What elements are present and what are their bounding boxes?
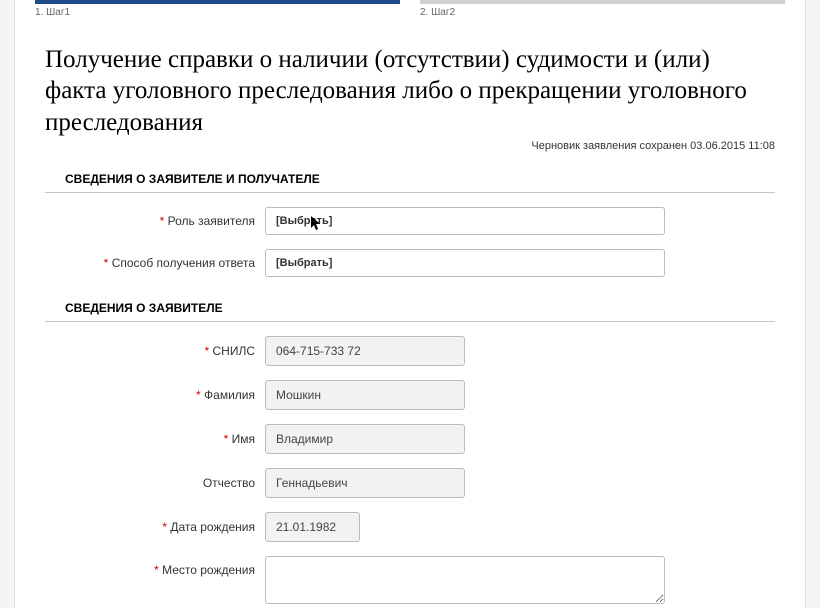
required-mark: * <box>154 563 159 577</box>
label-text: СНИЛС <box>213 344 256 358</box>
input-name[interactable] <box>265 424 465 454</box>
label-text: Фамилия <box>204 388 255 402</box>
label-role: * Роль заявителя <box>45 214 265 228</box>
label-text: Роль заявителя <box>168 214 255 228</box>
label-text: Место рождения <box>162 563 255 577</box>
label-text: Дата рождения <box>170 520 255 534</box>
row-snils: * СНИЛС <box>45 336 775 366</box>
step-bar-active <box>35 0 400 4</box>
input-dob[interactable] <box>265 512 360 542</box>
draft-saved-text: Черновик заявления сохранен 03.06.2015 1… <box>15 140 805 162</box>
step-label: 2. Шаг2 <box>420 7 785 18</box>
textarea-birthplace[interactable] <box>265 556 665 604</box>
select-role[interactable]: [Выбрать] <box>265 207 665 235</box>
label-text: Отчество <box>203 476 255 490</box>
label-text: Способ получения ответа <box>112 256 255 270</box>
label-delivery: * Способ получения ответа <box>45 256 265 270</box>
required-mark: * <box>162 520 167 534</box>
row-role: * Роль заявителя [Выбрать] <box>45 207 775 235</box>
step-label: 1. Шаг1 <box>35 7 400 18</box>
input-patronymic[interactable] <box>265 468 465 498</box>
required-mark: * <box>160 214 165 228</box>
label-name: * Имя <box>45 432 265 446</box>
stepper: 1. Шаг1 2. Шаг2 <box>15 0 805 18</box>
row-name: * Имя <box>45 424 775 454</box>
select-delivery[interactable]: [Выбрать] <box>265 249 665 277</box>
label-surname: * Фамилия <box>45 388 265 402</box>
input-surname[interactable] <box>265 380 465 410</box>
page-title: Получение справки о наличии (отсутствии)… <box>15 18 805 140</box>
label-birthplace: * Место рождения <box>45 556 265 577</box>
section-title-applicant-recipient: СВЕДЕНИЯ О ЗАЯВИТЕЛЕ И ПОЛУЧАТЕЛЕ <box>45 162 775 193</box>
row-birthplace: * Место рождения <box>45 556 775 604</box>
required-mark: * <box>104 256 109 270</box>
label-snils: * СНИЛС <box>45 344 265 358</box>
row-delivery: * Способ получения ответа [Выбрать] <box>45 249 775 277</box>
row-patronymic: Отчество <box>45 468 775 498</box>
required-mark: * <box>196 388 201 402</box>
required-mark: * <box>224 432 229 446</box>
step-bar <box>420 0 785 4</box>
input-snils[interactable] <box>265 336 465 366</box>
label-text: Имя <box>232 432 255 446</box>
label-dob: * Дата рождения <box>45 520 265 534</box>
label-patronymic: Отчество <box>45 476 265 490</box>
section-title-applicant: СВЕДЕНИЯ О ЗАЯВИТЕЛЕ <box>45 291 775 322</box>
row-dob: * Дата рождения <box>45 512 775 542</box>
required-mark: * <box>204 344 209 358</box>
step-1[interactable]: 1. Шаг1 <box>35 0 400 18</box>
row-surname: * Фамилия <box>45 380 775 410</box>
step-2[interactable]: 2. Шаг2 <box>420 0 785 18</box>
